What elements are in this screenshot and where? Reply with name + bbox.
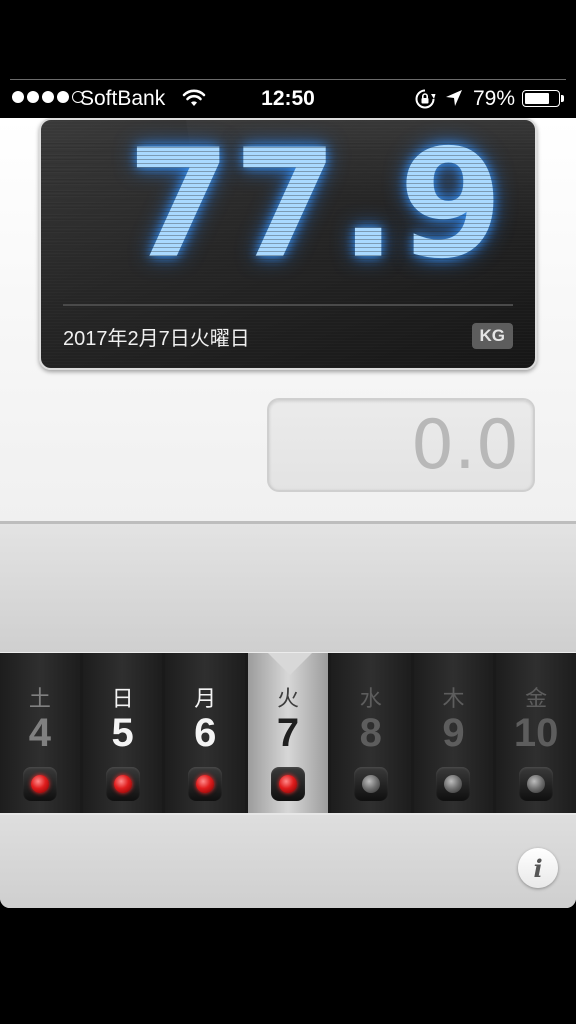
record-indicator-icon — [353, 767, 388, 801]
date-label: 2017年2月7日火曜日 — [63, 328, 250, 350]
date-number: 4 — [28, 711, 51, 755]
weight-lcd-display[interactable]: 77.9 2017年2月7日火曜日 KG — [39, 118, 537, 370]
record-indicator-icon — [22, 767, 57, 801]
weekday-label: 日 — [111, 686, 134, 711]
day-cell-5[interactable]: 日 5 — [82, 653, 163, 813]
record-indicator-icon — [519, 767, 554, 801]
battery-percentage: 79% — [473, 87, 516, 110]
weekday-label: 火 — [277, 686, 300, 711]
record-indicator-icon — [188, 767, 223, 801]
date-number: 5 — [111, 711, 134, 755]
weight-value: 77.9 — [126, 118, 505, 292]
record-indicator-icon — [271, 767, 306, 801]
battery-fill — [525, 93, 549, 104]
date-number: 8 — [359, 711, 382, 755]
day-cell-10[interactable]: 金 10 — [496, 653, 576, 813]
day-cell-9[interactable]: 木 9 — [413, 653, 494, 813]
battery-nub — [561, 95, 564, 102]
selected-day-pointer-icon — [268, 653, 312, 675]
rotation-lock-icon — [414, 88, 436, 116]
lcd-separator — [63, 304, 513, 306]
weekday-label: 土 — [28, 686, 51, 711]
weekday-label: 月 — [194, 686, 217, 711]
difference-value: 0.0 — [410, 406, 519, 485]
battery-icon — [522, 90, 564, 107]
weekday-label: 木 — [442, 686, 465, 711]
day-cell-8[interactable]: 水 8 — [330, 653, 411, 813]
info-button[interactable]: i — [518, 848, 558, 888]
date-number: 9 — [442, 711, 465, 755]
date-number: 7 — [276, 711, 300, 755]
unit-badge: KG — [471, 323, 513, 349]
bottom-band — [0, 815, 576, 908]
day-cell-4[interactable]: 土 4 — [0, 653, 80, 813]
main-panel: 77.9 2017年2月7日火曜日 KG 0.0 土 4 日 5 月 6 火 7 — [0, 118, 576, 908]
day-cell-6[interactable]: 月 6 — [165, 653, 246, 813]
record-indicator-icon — [436, 767, 471, 801]
location-arrow-icon — [445, 89, 463, 113]
calendar-strip: 土 4 日 5 月 6 火 7 水 8 木 9 金 10 — [0, 653, 576, 813]
weekday-label: 金 — [525, 686, 548, 711]
record-indicator-icon — [105, 767, 140, 801]
middle-band — [0, 524, 576, 652]
date-number: 10 — [513, 711, 559, 755]
status-bar: SoftBank 12:50 79% — [0, 80, 576, 118]
day-cell-7-selected[interactable]: 火 7 — [248, 653, 328, 813]
difference-box: 0.0 — [267, 398, 535, 492]
date-number: 6 — [194, 711, 217, 755]
weekday-label: 水 — [359, 686, 382, 711]
